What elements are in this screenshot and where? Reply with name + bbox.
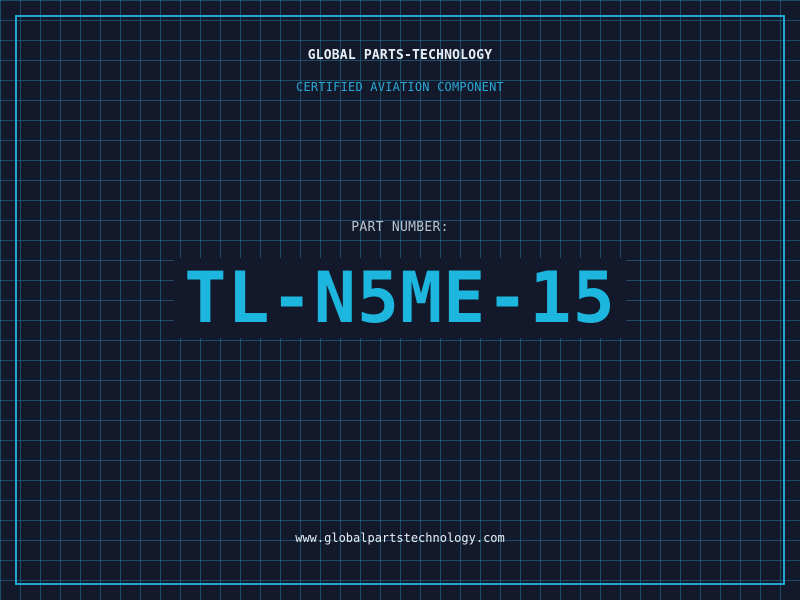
company-name: GLOBAL PARTS-TECHNOLOGY: [307, 48, 493, 63]
website-url: www.globalpartstechnology.com: [295, 531, 505, 545]
part-number-container: TL-N5ME-15: [0, 258, 800, 338]
part-label-card: GLOBAL PARTS-TECHNOLOGY CERTIFIED AVIATI…: [0, 0, 800, 600]
part-number-value: TL-N5ME-15: [174, 258, 626, 338]
part-number-label: PART NUMBER:: [351, 220, 449, 235]
certification-subtitle: CERTIFIED AVIATION COMPONENT: [296, 80, 504, 94]
